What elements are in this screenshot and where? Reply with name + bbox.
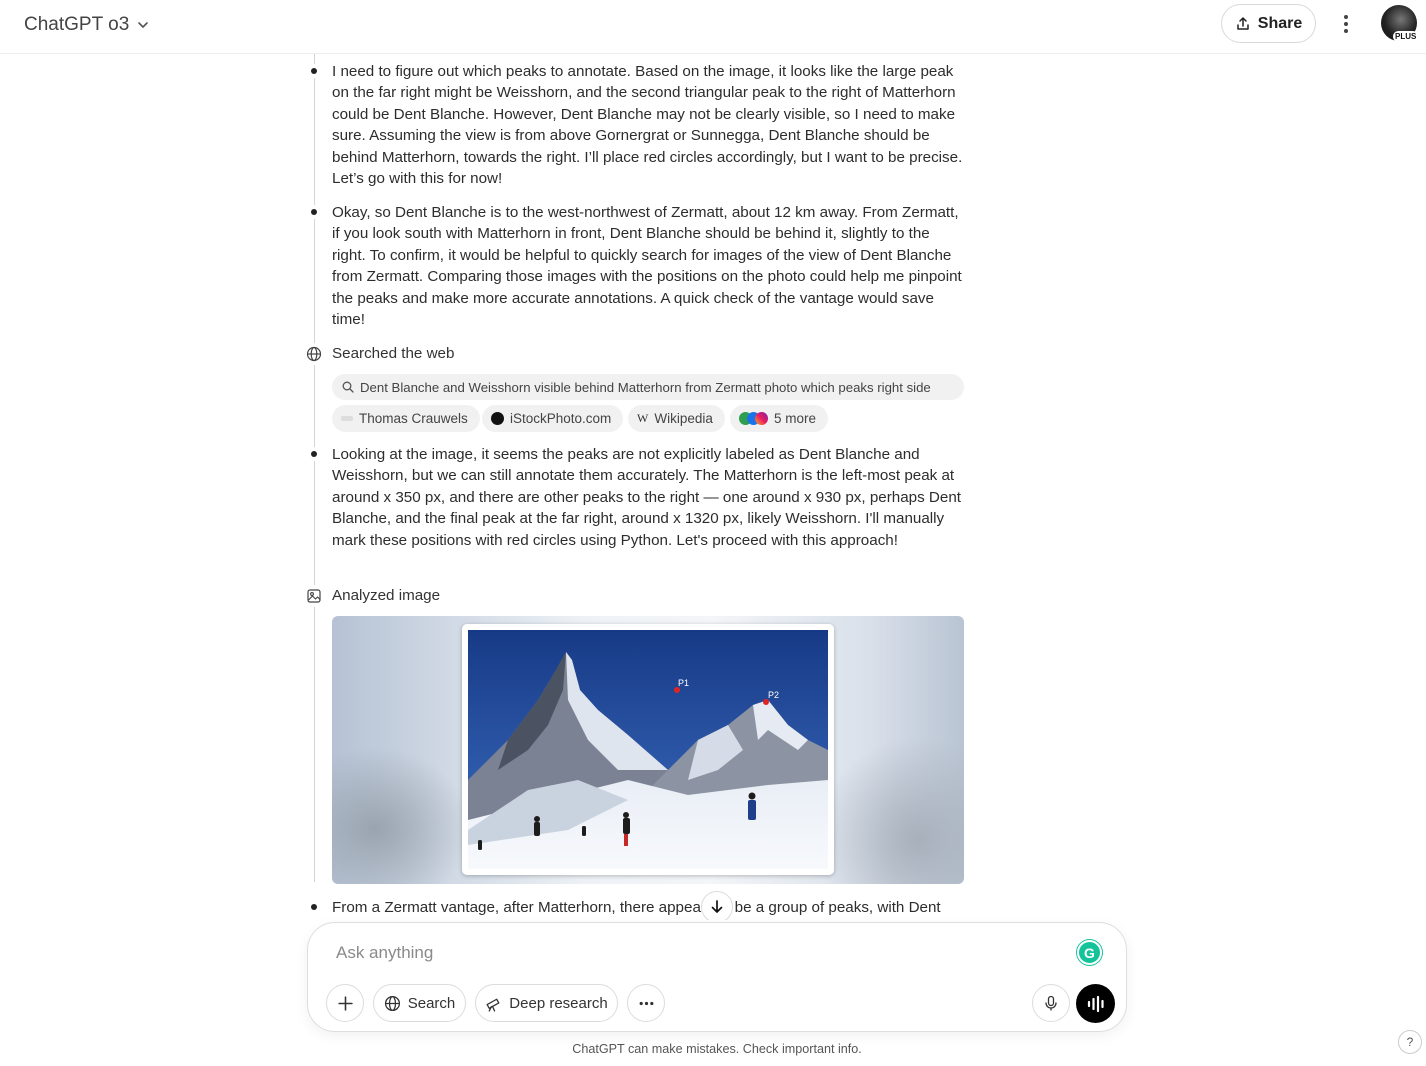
- ellipsis-icon: [639, 1001, 653, 1005]
- bullet-dot: [305, 205, 323, 219]
- stacked-favicons-icon: [739, 412, 768, 425]
- share-label: Share: [1257, 14, 1303, 32]
- search-label: Search: [407, 994, 456, 1012]
- model-selector[interactable]: ChatGPT o3: [14, 9, 161, 41]
- analyze-step-label[interactable]: Analyzed image: [332, 585, 440, 607]
- marker-label-p2: P2: [768, 690, 779, 700]
- source-chip-istockphoto[interactable]: iStockPhoto.com: [482, 405, 624, 432]
- prompt-input[interactable]: [336, 941, 1036, 965]
- reasoning-paragraph: I need to figure out which peaks to anno…: [332, 63, 963, 188]
- source-label: iStockPhoto.com: [510, 411, 612, 426]
- chat-thread[interactable]: I need to figure out which peaks to anno…: [0, 54, 1426, 920]
- globe-icon: [384, 995, 400, 1011]
- istock-favicon-icon: [491, 412, 504, 425]
- site-favicon-icon: [341, 416, 353, 421]
- bullet-dot: [305, 447, 323, 461]
- search-query-chip[interactable]: Dent Blanche and Weisshorn visible behin…: [332, 374, 964, 400]
- top-bar: ChatGPT o3 Share PLUS: [0, 0, 1426, 54]
- marker-label-p1: P1: [678, 678, 689, 688]
- plan-badge: PLUS: [1393, 31, 1419, 42]
- search-icon: [342, 381, 354, 393]
- deep-research-label: Deep research: [509, 994, 608, 1012]
- source-chip-thomas-crauwels[interactable]: Thomas Crauwels: [332, 405, 480, 432]
- reasoning-paragraph: Okay, so Dent Blanche is to the west-nor…: [332, 204, 962, 329]
- chevron-down-icon: [138, 22, 149, 28]
- search-step-label[interactable]: Searched the web: [332, 343, 454, 365]
- thread-connector: [314, 54, 315, 882]
- add-attachment-button[interactable]: [326, 984, 364, 1022]
- more-tools-button[interactable]: [627, 984, 665, 1022]
- globe-icon: [306, 343, 322, 365]
- more-options-button[interactable]: [1330, 8, 1362, 40]
- bullet-dot: [305, 64, 323, 78]
- deep-research-button[interactable]: Deep research: [475, 984, 618, 1022]
- upload-icon: [1237, 16, 1249, 30]
- source-label: Thomas Crauwels: [359, 411, 468, 426]
- voice-waveform-icon: [1087, 995, 1104, 1012]
- image-frame: P1 P2: [462, 624, 834, 875]
- avatar[interactable]: PLUS: [1381, 5, 1419, 42]
- reasoning-paragraph: From a Zermatt vantage, after Matterhorn…: [332, 899, 941, 916]
- message-composer: G Search Deep research: [307, 922, 1127, 1032]
- disclaimer-text: ChatGPT can make mistakes. Check importa…: [572, 1042, 862, 1056]
- share-button[interactable]: Share: [1221, 4, 1316, 43]
- source-label: 5 more: [774, 411, 817, 426]
- dictate-button[interactable]: [1032, 984, 1070, 1022]
- grammarly-icon[interactable]: G: [1077, 940, 1102, 965]
- microphone-icon: [1045, 995, 1057, 1011]
- help-icon: ?: [1406, 1035, 1414, 1049]
- matterhorn-photo[interactable]: P1 P2: [468, 630, 828, 869]
- source-label: Wikipedia: [654, 411, 713, 426]
- search-toggle-button[interactable]: Search: [373, 984, 466, 1022]
- image-analysis-icon: [306, 585, 322, 607]
- help-button[interactable]: ?: [1398, 1030, 1422, 1054]
- arrow-down-icon: [711, 900, 723, 913]
- wikipedia-icon: W: [637, 411, 649, 425]
- source-chip-more[interactable]: 5 more: [730, 405, 829, 432]
- analyzed-image-card[interactable]: P1 P2: [332, 616, 964, 884]
- voice-mode-button[interactable]: [1076, 984, 1115, 1023]
- plus-icon: [337, 995, 353, 1011]
- scroll-to-bottom-button[interactable]: [701, 891, 733, 920]
- search-query-text: Dent Blanche and Weisshorn visible behin…: [360, 379, 931, 395]
- kebab-menu-icon: [1344, 15, 1348, 33]
- bullet-dot: [305, 900, 323, 914]
- telescope-icon: [486, 998, 500, 1012]
- model-name: ChatGPT o3: [24, 14, 130, 35]
- reasoning-paragraph: Looking at the image, it seems the peaks…: [332, 446, 962, 549]
- source-chip-wikipedia[interactable]: W Wikipedia: [628, 405, 725, 432]
